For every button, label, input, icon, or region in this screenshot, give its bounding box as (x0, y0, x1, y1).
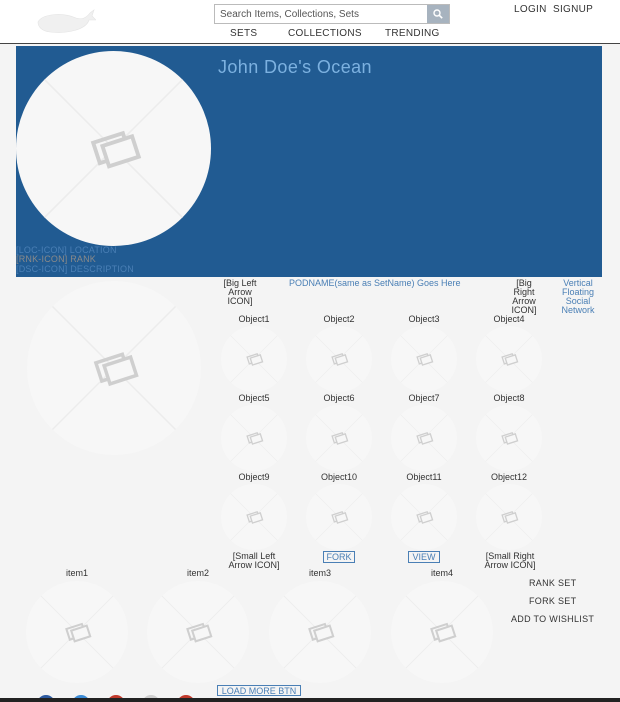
nav-trending[interactable]: TRENDING (385, 28, 440, 39)
image-placeholder-icon (269, 581, 371, 683)
image-placeholder-icon (27, 281, 201, 455)
social-network-bar[interactable]: Vertical Floating Social Network (558, 279, 598, 315)
big-right-arrow-icon[interactable]: [Big Right Arrow ICON] (507, 279, 541, 315)
set-cover-image[interactable] (27, 281, 201, 455)
object-label: Object4 (493, 314, 525, 324)
object-label: Object1 (238, 314, 270, 324)
image-placeholder-icon (306, 326, 372, 392)
description-text: [DSC-ICON] DESCRIPTION (16, 264, 134, 274)
object-thumbnail[interactable] (476, 326, 542, 392)
object-thumbnail[interactable] (391, 405, 457, 471)
object-label: Object12 (490, 472, 528, 482)
fork-button[interactable]: FORK (323, 551, 355, 563)
object-label: Object2 (323, 314, 355, 324)
object-label: Object11 (406, 472, 442, 482)
image-placeholder-icon (391, 581, 493, 683)
image-placeholder-icon (147, 581, 249, 683)
fork-set-button[interactable]: FORK SET (529, 596, 576, 606)
view-button[interactable]: VIEW (408, 551, 440, 563)
image-placeholder-icon (26, 581, 128, 683)
item-thumbnail[interactable] (269, 581, 371, 683)
object-thumbnail[interactable] (221, 405, 287, 471)
search-input[interactable] (215, 5, 427, 23)
search-box (214, 4, 450, 24)
nav-collections[interactable]: COLLECTIONS (288, 28, 362, 39)
image-placeholder-icon (16, 51, 211, 246)
site-header: SETS COLLECTIONS TRENDING LOGIN SIGNUP (0, 0, 620, 44)
object-label: Object9 (238, 472, 270, 482)
item-label: item1 (65, 568, 88, 578)
image-placeholder-icon (306, 484, 372, 550)
item-label: item3 (308, 568, 331, 578)
image-placeholder-icon (391, 326, 457, 392)
object-thumbnail[interactable] (476, 405, 542, 471)
signup-link[interactable]: SIGNUP (553, 4, 593, 15)
image-placeholder-icon (476, 326, 542, 392)
small-right-arrow-icon[interactable]: [Small Right Arrow ICON] (478, 552, 542, 570)
object-label: Object10 (320, 472, 358, 482)
small-left-arrow-icon[interactable]: [Small Left Arrow ICON] (222, 552, 286, 570)
login-link[interactable]: LOGIN (514, 4, 547, 15)
big-left-arrow-icon[interactable]: [Big Left Arrow ICON] (218, 279, 262, 306)
item-thumbnail[interactable] (391, 581, 493, 683)
image-placeholder-icon (221, 484, 287, 550)
load-more-button[interactable]: LOAD MORE BTN (217, 685, 301, 696)
object-label: Object5 (238, 393, 270, 403)
image-placeholder-icon (476, 405, 542, 471)
image-placeholder-icon (391, 405, 457, 471)
image-placeholder-icon (391, 484, 457, 550)
search-icon (433, 9, 443, 19)
whale-logo-icon[interactable] (36, 8, 96, 36)
item-thumbnail[interactable] (26, 581, 128, 683)
object-thumbnail[interactable] (391, 484, 457, 550)
object-thumbnail[interactable] (306, 326, 372, 392)
object-label: Object7 (408, 393, 440, 403)
rank-set-button[interactable]: RANK SET (529, 578, 576, 588)
image-placeholder-icon (221, 326, 287, 392)
item-label: item2 (186, 568, 209, 578)
object-thumbnail[interactable] (221, 326, 287, 392)
item-label: item4 (430, 568, 453, 578)
page-title: John Doe's Ocean (218, 57, 372, 77)
object-thumbnail[interactable] (306, 484, 372, 550)
object-thumbnail[interactable] (476, 484, 542, 550)
item-thumbnail[interactable] (147, 581, 249, 683)
image-placeholder-icon (306, 405, 372, 471)
profile-avatar[interactable] (16, 51, 211, 246)
add-to-wishlist-button[interactable]: ADD TO WISHLIST (511, 614, 594, 624)
nav-sets[interactable]: SETS (230, 28, 257, 39)
object-thumbnail[interactable] (306, 405, 372, 471)
search-button[interactable] (427, 5, 449, 23)
object-label: Object6 (323, 393, 355, 403)
object-label: Object8 (493, 393, 525, 403)
rank-text: [RNK-ICON] RANK (16, 254, 97, 264)
object-label: Object3 (408, 314, 440, 324)
object-thumbnail[interactable] (221, 484, 287, 550)
image-placeholder-icon (476, 484, 542, 550)
podname-title: PODNAME(same as SetName) Goes Here (289, 278, 461, 288)
image-placeholder-icon (221, 405, 287, 471)
footer-strip (0, 698, 620, 702)
object-thumbnail[interactable] (391, 326, 457, 392)
